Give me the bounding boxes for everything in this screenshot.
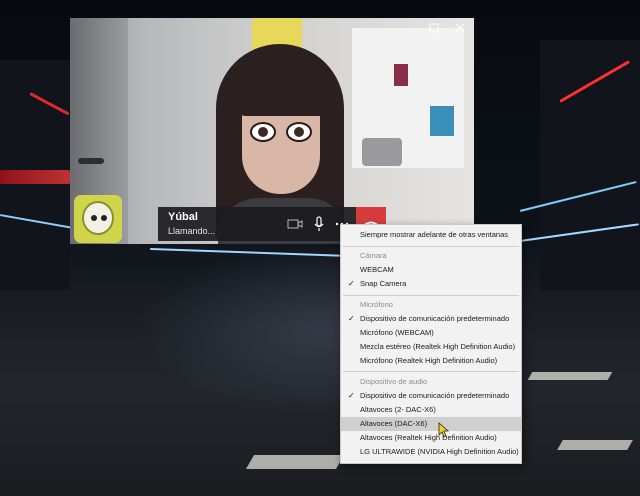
microphone-icon[interactable] bbox=[310, 215, 328, 233]
menu-item-microphone[interactable]: Micrófono (WEBCAM) bbox=[341, 326, 521, 340]
menu-separator bbox=[343, 371, 519, 372]
caller-name: Yúbal bbox=[168, 211, 198, 223]
menu-item-audio[interactable]: Altavoces (Realtek High Definition Audio… bbox=[341, 431, 521, 445]
menu-item-always-on-top[interactable]: Siempre mostrar adelante de otras ventan… bbox=[341, 228, 521, 242]
caller-eye bbox=[286, 122, 312, 142]
menu-item-audio-hovered[interactable]: Altavoces (DAC-X6) bbox=[341, 417, 521, 431]
menu-item-label: Micrófono (Realtek High Definition Audio… bbox=[360, 356, 498, 365]
caller-bangs bbox=[236, 72, 328, 116]
pegboard-item bbox=[430, 106, 454, 136]
menu-item-audio[interactable]: LG ULTRAWIDE (NVIDIA High Definition Aud… bbox=[341, 445, 521, 459]
menu-item-label: Micrófono (WEBCAM) bbox=[360, 328, 434, 337]
menu-header-audio: Dispositivo de audio bbox=[360, 377, 428, 386]
pegboard-basket bbox=[362, 138, 402, 166]
menu-separator bbox=[343, 246, 519, 247]
menu-item-audio[interactable]: Altavoces (2- DAC-X6) bbox=[341, 403, 521, 417]
red-light-glow bbox=[0, 170, 70, 184]
video-camera-icon[interactable] bbox=[286, 215, 304, 233]
close-icon[interactable] bbox=[450, 20, 470, 38]
menu-item-microphone[interactable]: Micrófono (Realtek High Definition Audio… bbox=[341, 354, 521, 368]
menu-item-camera[interactable]: ✓ Snap Camera bbox=[341, 277, 521, 291]
menu-item-label: LG ULTRAWIDE (NVIDIA High Definition Aud… bbox=[360, 447, 519, 456]
menu-item-camera[interactable]: WEBCAM bbox=[341, 263, 521, 277]
pegboard-item bbox=[394, 64, 408, 86]
call-status: Llamando... bbox=[168, 226, 216, 236]
menu-item-label: Mezcla estéreo (Realtek High Definition … bbox=[360, 342, 516, 351]
building bbox=[540, 40, 640, 290]
avatar bbox=[74, 195, 122, 243]
checkmark-icon: ✓ bbox=[348, 314, 355, 323]
menu-item-label: WEBCAM bbox=[360, 265, 394, 274]
light-trail bbox=[149, 248, 340, 257]
menu-item-label: Altavoces (2- DAC-X6) bbox=[360, 405, 436, 414]
caller-eye bbox=[250, 122, 276, 142]
menu-item-microphone[interactable]: ✓ Dispositivo de comunicación predetermin… bbox=[341, 312, 521, 326]
menu-item-label: Snap Camera bbox=[360, 279, 407, 288]
menu-item-audio[interactable]: ✓ Dispositivo de comunicación predetermin… bbox=[341, 389, 521, 403]
road-marking bbox=[557, 440, 633, 450]
door-handle bbox=[78, 158, 104, 164]
restore-icon[interactable] bbox=[424, 20, 444, 38]
menu-item-label: Dispositivo de comunicación predetermina… bbox=[360, 314, 510, 323]
menu-item-label: Dispositivo de comunicación predetermina… bbox=[360, 391, 510, 400]
mouse-cursor-icon bbox=[438, 422, 450, 438]
road-marking bbox=[245, 455, 345, 469]
menu-separator bbox=[343, 295, 519, 296]
snapchat-ghost-icon bbox=[82, 201, 114, 235]
road-marking bbox=[527, 372, 613, 380]
checkmark-icon: ✓ bbox=[348, 279, 355, 288]
menu-item-label: Altavoces (Realtek High Definition Audio… bbox=[360, 433, 497, 442]
menu-header-camera: Cámara bbox=[360, 251, 387, 260]
menu-item-microphone[interactable]: Mezcla estéreo (Realtek High Definition … bbox=[341, 340, 521, 354]
menu-item-label: Altavoces (DAC-X6) bbox=[360, 419, 428, 428]
checkmark-icon: ✓ bbox=[348, 391, 355, 400]
menu-header-microphone: Micrófono bbox=[360, 300, 393, 309]
context-menu: Siempre mostrar adelante de otras ventan… bbox=[340, 224, 522, 464]
